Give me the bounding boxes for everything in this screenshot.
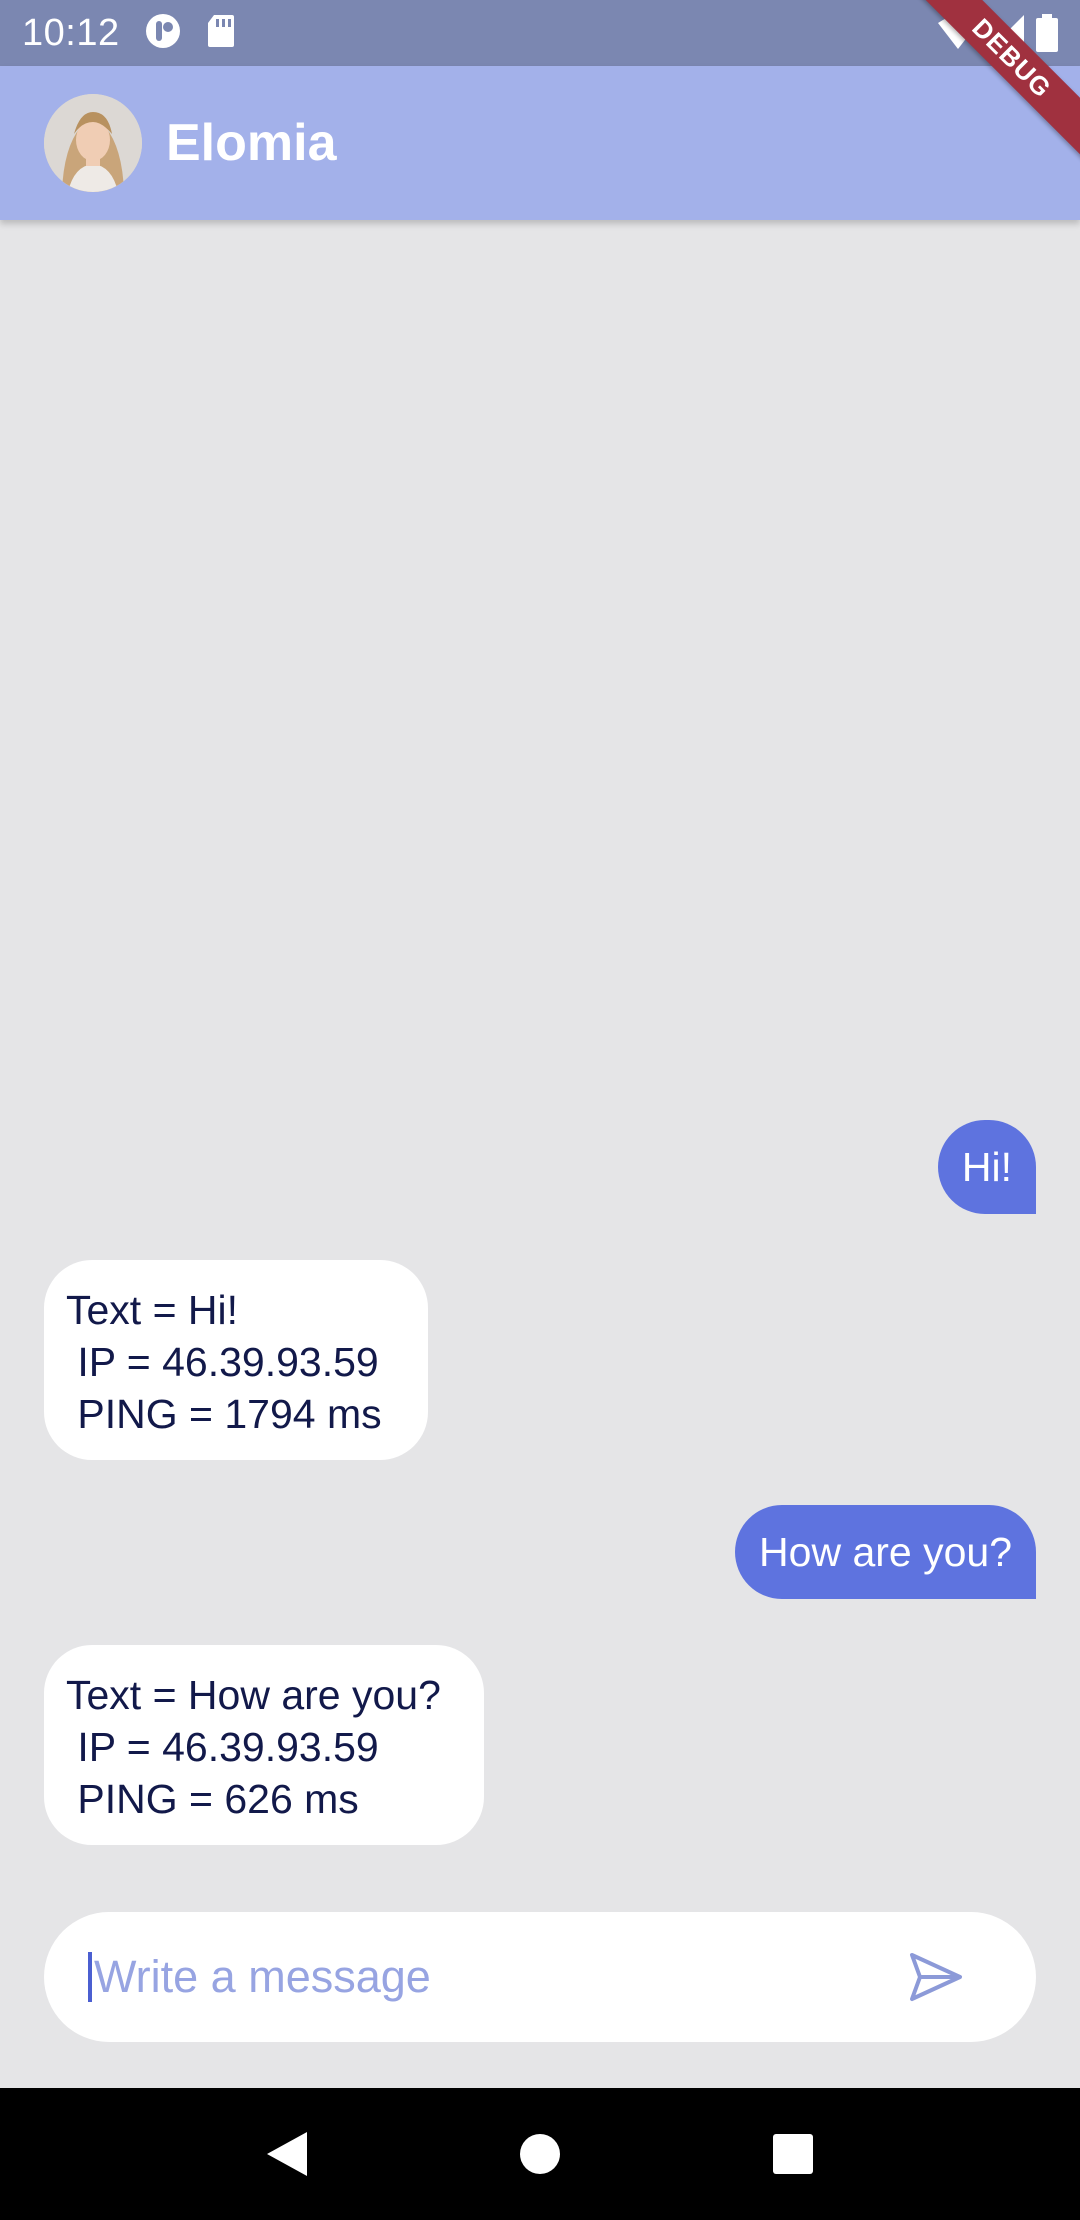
status-time: 10:12 xyxy=(22,11,120,54)
message-composer xyxy=(44,1912,1036,2042)
message-input[interactable] xyxy=(94,1951,906,2003)
text-cursor xyxy=(88,1952,92,2002)
home-icon[interactable] xyxy=(505,2119,575,2189)
message-line: IP = 46.39.93.59 xyxy=(66,1339,379,1385)
avatar[interactable] xyxy=(44,94,142,192)
back-icon[interactable] xyxy=(252,2119,322,2189)
incoming-message[interactable]: Text = How are you? IP = 46.39.93.59 PIN… xyxy=(44,1645,484,1845)
status-bar: 10:12 xyxy=(0,0,1080,66)
message-text: How are you? xyxy=(759,1529,1012,1575)
message-line: IP = 46.39.93.59 xyxy=(66,1724,379,1770)
message-line: PING = 626 ms xyxy=(66,1776,359,1822)
outgoing-message[interactable]: How are you? xyxy=(735,1505,1036,1599)
message-line: Text = Hi! xyxy=(66,1287,239,1333)
outgoing-message[interactable]: Hi! xyxy=(937,1120,1036,1214)
message-line: Text = How are you? xyxy=(66,1672,441,1718)
send-button[interactable] xyxy=(906,1947,966,2007)
chat-title: Elomia xyxy=(166,114,337,172)
send-icon xyxy=(910,1953,962,2001)
message-line: PING = 1794 ms xyxy=(66,1391,382,1437)
app-bar: Elomia xyxy=(0,66,1080,220)
sd-card-icon xyxy=(206,13,236,54)
system-nav-bar xyxy=(0,2088,1080,2220)
recents-icon[interactable] xyxy=(758,2119,828,2189)
battery-icon xyxy=(1036,14,1058,57)
app-notification-icon xyxy=(144,12,182,55)
message-text: Hi! xyxy=(961,1144,1012,1190)
chat-screen: 10:12 DEBUG Elomia Hi! Text = Hi! IP = 4… xyxy=(0,0,1080,2220)
incoming-message[interactable]: Text = Hi! IP = 46.39.93.59 PING = 1794 … xyxy=(44,1260,428,1460)
